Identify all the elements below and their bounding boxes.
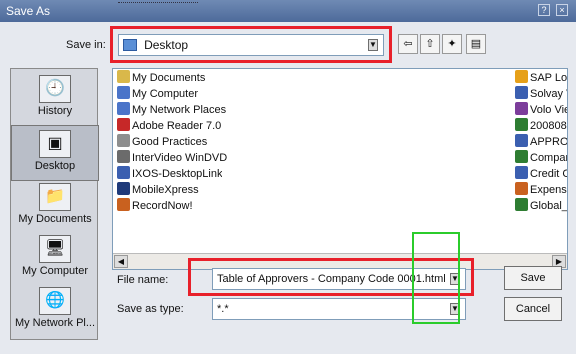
volo-view-icon [515, 102, 528, 115]
adobe-reader-icon [117, 118, 130, 131]
save-as-type-label: Save as type: [117, 303, 184, 315]
list-item[interactable]: RecordNow! [117, 198, 193, 214]
highlight-save-in [110, 26, 392, 63]
list-item[interactable]: Good Practices [117, 134, 207, 150]
windvd-icon [117, 150, 130, 163]
list-item[interactable]: 2008080 [515, 118, 567, 134]
excel-file-icon [515, 150, 528, 163]
ixos-icon [117, 166, 130, 179]
new-folder-button[interactable]: ✦ [442, 34, 462, 54]
list-item[interactable]: My Network Places [117, 102, 226, 118]
file-list[interactable]: My Documents My Computer My Network Plac… [112, 68, 568, 270]
close-button[interactable]: × [556, 4, 568, 16]
mobilexpress-icon [117, 182, 130, 195]
highlight-green [412, 232, 460, 324]
save-in-label: Save in: [66, 39, 106, 51]
list-item[interactable]: InterVideo WinDVD [117, 150, 227, 166]
sap-logo-icon [515, 70, 528, 83]
shortcut-icon [117, 134, 130, 147]
my-computer-icon [117, 86, 130, 99]
powerpoint-file-icon [515, 182, 528, 195]
my-documents-icon [117, 70, 130, 83]
cancel-button[interactable]: Cancel [504, 297, 562, 321]
place-my-network[interactable]: 🌐 My Network Pl... [11, 283, 99, 339]
scroll-left-icon[interactable]: ◀ [114, 255, 128, 268]
place-history[interactable]: 🕘 History [11, 71, 99, 127]
title-scribble [118, 2, 198, 8]
list-item[interactable]: Expense [515, 182, 567, 198]
back-button[interactable]: ⇦ [398, 34, 418, 54]
place-my-computer[interactable]: 🖥 My Computer [11, 231, 99, 287]
word-file-icon [515, 166, 528, 179]
place-label: History [37, 105, 73, 117]
place-my-documents[interactable]: 📁 My Documents [11, 179, 99, 235]
list-item[interactable]: My Computer [117, 86, 198, 102]
place-label: Desktop [34, 160, 76, 172]
folder-icon: 📁 [39, 183, 71, 211]
network-icon: 🌐 [39, 287, 71, 315]
help-button[interactable]: ? [538, 4, 550, 16]
list-item[interactable]: Solvay V [515, 86, 567, 102]
web-file-icon [515, 134, 528, 147]
save-as-type-value: *.* [217, 303, 229, 315]
list-item[interactable]: Compani [515, 150, 567, 166]
list-item[interactable]: Volo View [515, 102, 567, 118]
view-menu-button[interactable]: ▤ [466, 34, 486, 54]
list-item[interactable]: Adobe Reader 7.0 [117, 118, 221, 134]
places-bar: 🕘 History ▣ Desktop 📁 My Documents 🖥 My … [10, 68, 99, 340]
title-bar: Save As ? × [0, 0, 576, 22]
save-button[interactable]: Save [504, 266, 562, 290]
recordnow-icon [117, 198, 130, 211]
list-item[interactable]: My Documents [117, 70, 205, 86]
list-item[interactable]: MobileXpress [117, 182, 199, 198]
computer-icon: 🖥 [39, 235, 71, 263]
list-item[interactable]: IXOS-DesktopLink [117, 166, 222, 182]
place-desktop[interactable]: ▣ Desktop [11, 125, 99, 181]
shortcut-icon [515, 86, 528, 99]
list-item[interactable]: APPROV [515, 134, 567, 150]
list-item[interactable]: SAP Logo [515, 70, 567, 86]
place-label: My Network Pl... [14, 317, 96, 329]
up-folder-button[interactable]: ⇧ [420, 34, 440, 54]
list-item[interactable]: Credit C [515, 166, 567, 182]
place-label: My Documents [18, 213, 92, 225]
desktop-icon: ▣ [39, 130, 71, 158]
history-icon: 🕘 [39, 75, 71, 103]
excel-file-icon [515, 118, 528, 131]
excel-file-icon [515, 198, 528, 211]
list-item[interactable]: Global_T [515, 198, 567, 214]
network-places-icon [117, 102, 130, 115]
file-name-label: File name: [117, 274, 169, 286]
place-label: My Computer [21, 265, 89, 277]
window-title: Save As [6, 4, 51, 18]
